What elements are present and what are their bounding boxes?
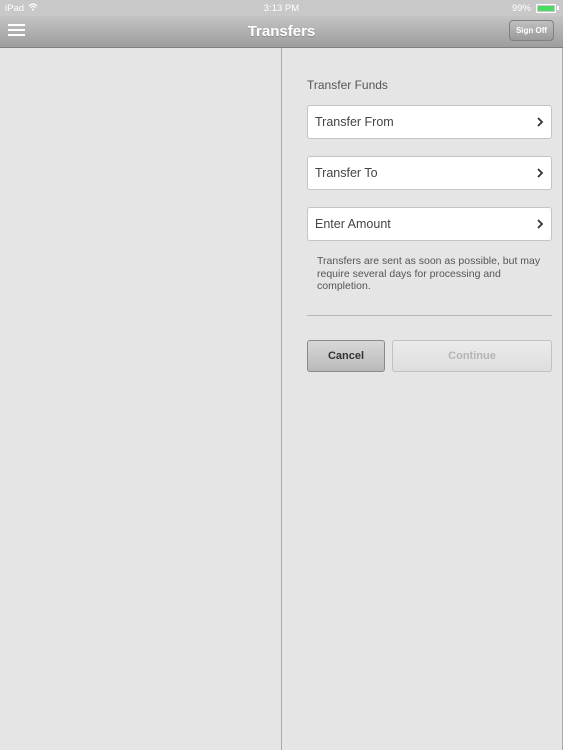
status-bar: iPad 3:13 PM 99% [0, 0, 563, 16]
battery-tip [557, 6, 559, 10]
row-label: Enter Amount [315, 217, 391, 231]
section-divider [307, 315, 552, 316]
right-pane [282, 48, 563, 750]
transfer-note: Transfers are sent as soon as possible, … [317, 255, 541, 292]
cancel-button[interactable]: Cancel [307, 340, 385, 372]
page-title: Transfers [247, 23, 316, 40]
row-label: Transfer To [315, 166, 378, 180]
sign-off-button[interactable]: Sign Off [509, 20, 554, 41]
chevron-right-icon [537, 168, 544, 178]
row-label: Transfer From [315, 115, 394, 129]
continue-button[interactable]: Continue [392, 340, 552, 372]
chevron-right-icon [537, 117, 544, 127]
battery-fill [538, 6, 554, 11]
battery-icon [536, 4, 556, 13]
clock: 3:13 PM [263, 3, 300, 14]
chevron-right-icon [537, 219, 544, 229]
transfer-from-row[interactable]: Transfer From [307, 105, 552, 139]
section-title: Transfer Funds [307, 78, 388, 92]
battery-percent: 99% [511, 3, 531, 14]
left-pane [0, 48, 281, 750]
enter-amount-row[interactable]: Enter Amount [307, 207, 552, 241]
nav-bar: Transfers Sign Off [0, 16, 563, 48]
transfer-to-row[interactable]: Transfer To [307, 156, 552, 190]
